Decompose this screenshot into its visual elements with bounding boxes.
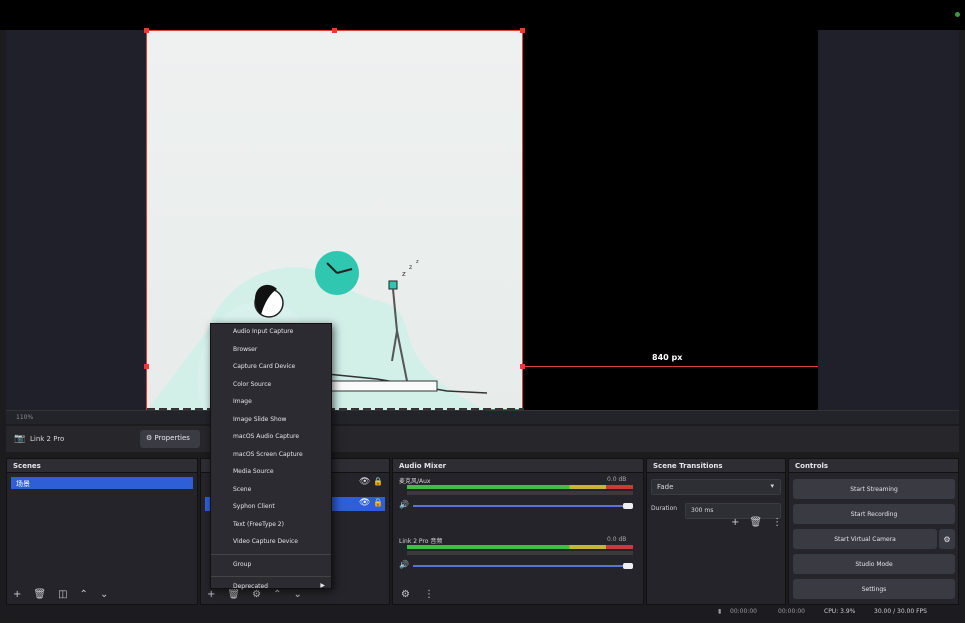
volume-fader[interactable]: [413, 565, 629, 567]
transition-select[interactable]: Fade ▾: [651, 479, 781, 495]
more-options-icon[interactable]: ⋮: [424, 589, 434, 600]
controls-header: Controls: [789, 459, 958, 473]
duration-label: Duration: [651, 505, 678, 512]
properties-label: Properties: [154, 434, 190, 442]
add-source-menu: Audio Input Capture Browser Capture Card…: [210, 323, 332, 590]
scene-transitions-panel: Scene Transitions Fade ▾ Duration 300 ms…: [646, 458, 786, 605]
resize-handle-left[interactable]: [144, 364, 149, 369]
lock-icon[interactable]: 🔒: [373, 498, 383, 507]
menu-divider: [211, 576, 331, 577]
scene-item[interactable]: 场景: [11, 477, 193, 489]
audio-mixer-header: Audio Mixer: [393, 459, 643, 473]
gear-icon: ⚙: [146, 434, 153, 442]
volume-meter-scale: [407, 551, 633, 555]
svg-text:z: z: [416, 259, 419, 265]
trash-icon[interactable]: 🗑: [33, 589, 46, 600]
channel-name: Link 2 Pro 音频: [399, 538, 443, 545]
scene-transitions-header: Scene Transitions: [647, 459, 785, 473]
volume-meter: [407, 545, 633, 549]
signal-icon: ▮: [718, 608, 722, 615]
eye-icon[interactable]: 👁: [359, 498, 370, 508]
menu-item[interactable]: Audio Input Capture: [211, 324, 331, 342]
transitions-toolbar: + 🗑 ⋮: [731, 517, 782, 528]
eye-icon[interactable]: 👁: [359, 477, 370, 487]
audio-channel: 麦克风/Aux 0.0 dB 🔊: [393, 473, 643, 533]
filter-icon[interactable]: ◫: [58, 589, 67, 600]
menu-item[interactable]: Image: [211, 394, 331, 412]
resize-handle-top[interactable]: [332, 28, 337, 33]
menu-item[interactable]: Media Source: [211, 464, 331, 482]
trash-icon[interactable]: 🗑: [749, 517, 762, 528]
menu-item-deprecated[interactable]: Deprecated ▶: [211, 579, 331, 597]
menu-divider: [211, 553, 331, 555]
svg-text:z: z: [402, 270, 406, 278]
lock-icon[interactable]: 🔒: [373, 477, 383, 486]
add-icon[interactable]: +: [13, 589, 21, 600]
more-options-icon[interactable]: ⋮: [772, 517, 782, 528]
channel-db: 0.0 dB: [607, 536, 627, 543]
add-icon[interactable]: +: [731, 517, 739, 528]
studio-mode-button[interactable]: Studio Mode: [793, 554, 955, 574]
resize-handle-top-left[interactable]: [144, 28, 149, 33]
channel-name: 麦克风/Aux: [399, 478, 431, 485]
gear-icon[interactable]: ⚙: [401, 589, 410, 600]
audio-channel: Link 2 Pro 音频 0.0 dB 🔊: [393, 533, 643, 593]
start-recording-button[interactable]: Start Recording: [793, 504, 955, 524]
channel-db: 0.0 dB: [607, 476, 627, 483]
menu-item[interactable]: Image Slide Show: [211, 412, 331, 430]
chevron-down-icon[interactable]: ⌄: [100, 589, 108, 600]
volume-meter-scale: [407, 491, 633, 495]
resize-handle-top-right[interactable]: [520, 28, 525, 33]
dropdown-arrow-icon: ▾: [770, 482, 774, 490]
scenes-header: Scenes: [7, 459, 197, 473]
distance-guide-label: 840 px: [652, 353, 683, 362]
menu-item[interactable]: macOS Screen Capture: [211, 447, 331, 465]
menu-item[interactable]: Video Capture Device: [211, 534, 331, 552]
volume-meter: [407, 485, 633, 489]
selected-source-name: Link 2 Pro: [30, 435, 65, 443]
scenes-toolbar: + 🗑 ◫ ⌃ ⌄: [13, 589, 108, 600]
audio-mixer-panel: Audio Mixer 麦克风/Aux 0.0 dB 🔊 Link 2 Pro …: [392, 458, 644, 605]
volume-fader-knob[interactable]: [623, 503, 633, 509]
window-top-bar: [0, 0, 965, 30]
start-virtual-camera-button[interactable]: Start Virtual Camera: [793, 529, 937, 549]
speaker-icon[interactable]: 🔊: [399, 560, 409, 569]
menu-item[interactable]: Syphon Client: [211, 499, 331, 517]
status-dot-icon: [955, 12, 960, 17]
menu-item-group[interactable]: Group: [211, 557, 331, 575]
gear-icon: ⚙: [943, 534, 951, 544]
settings-button[interactable]: Settings: [793, 579, 955, 599]
menu-item[interactable]: Capture Card Device: [211, 359, 331, 377]
speaker-icon[interactable]: 🔊: [399, 500, 409, 509]
properties-button[interactable]: ⚙ Properties: [140, 430, 200, 448]
menu-item[interactable]: Text (FreeType 2): [211, 517, 331, 535]
chevron-up-icon[interactable]: ⌃: [80, 589, 88, 600]
record-time: 00:00:00: [730, 608, 757, 615]
start-streaming-button[interactable]: Start Streaming: [793, 479, 955, 499]
transition-type: Fade: [657, 483, 674, 491]
volume-fader[interactable]: [413, 505, 629, 507]
scenes-panel: Scenes 场景 + 🗑 ◫ ⌃ ⌄: [6, 458, 198, 605]
menu-item[interactable]: Color Source: [211, 377, 331, 395]
distance-guide-line: [522, 366, 818, 367]
virtual-camera-settings-button[interactable]: ⚙: [939, 529, 955, 549]
source-image-illustration[interactable]: z z z: [146, 30, 524, 411]
menu-item[interactable]: Scene: [211, 482, 331, 500]
preview-zoom-bar: 110%: [6, 410, 959, 424]
status-bar: ▮ 00:00:00 00:00:00 CPU: 3.9% 30.00 / 30…: [6, 605, 959, 619]
svg-text:z: z: [409, 264, 412, 271]
illustration-graphic: z z z: [147, 251, 524, 411]
audio-mixer-toolbar: ⚙ ⋮: [401, 589, 434, 600]
menu-item[interactable]: macOS Audio Capture: [211, 429, 331, 447]
zoom-level[interactable]: 110%: [16, 414, 33, 421]
camera-icon: 📷: [14, 434, 26, 444]
cpu-usage: CPU: 3.9%: [824, 608, 856, 615]
controls-panel: Controls Start Streaming Start Recording…: [788, 458, 959, 605]
volume-fader-knob[interactable]: [623, 563, 633, 569]
fps-readout: 30.00 / 30.00 FPS: [874, 608, 927, 615]
menu-item[interactable]: Browser: [211, 342, 331, 360]
stream-time: 00:00:00: [778, 608, 805, 615]
submenu-arrow-icon: ▶: [320, 582, 325, 589]
deprecated-label: Deprecated: [233, 583, 268, 590]
